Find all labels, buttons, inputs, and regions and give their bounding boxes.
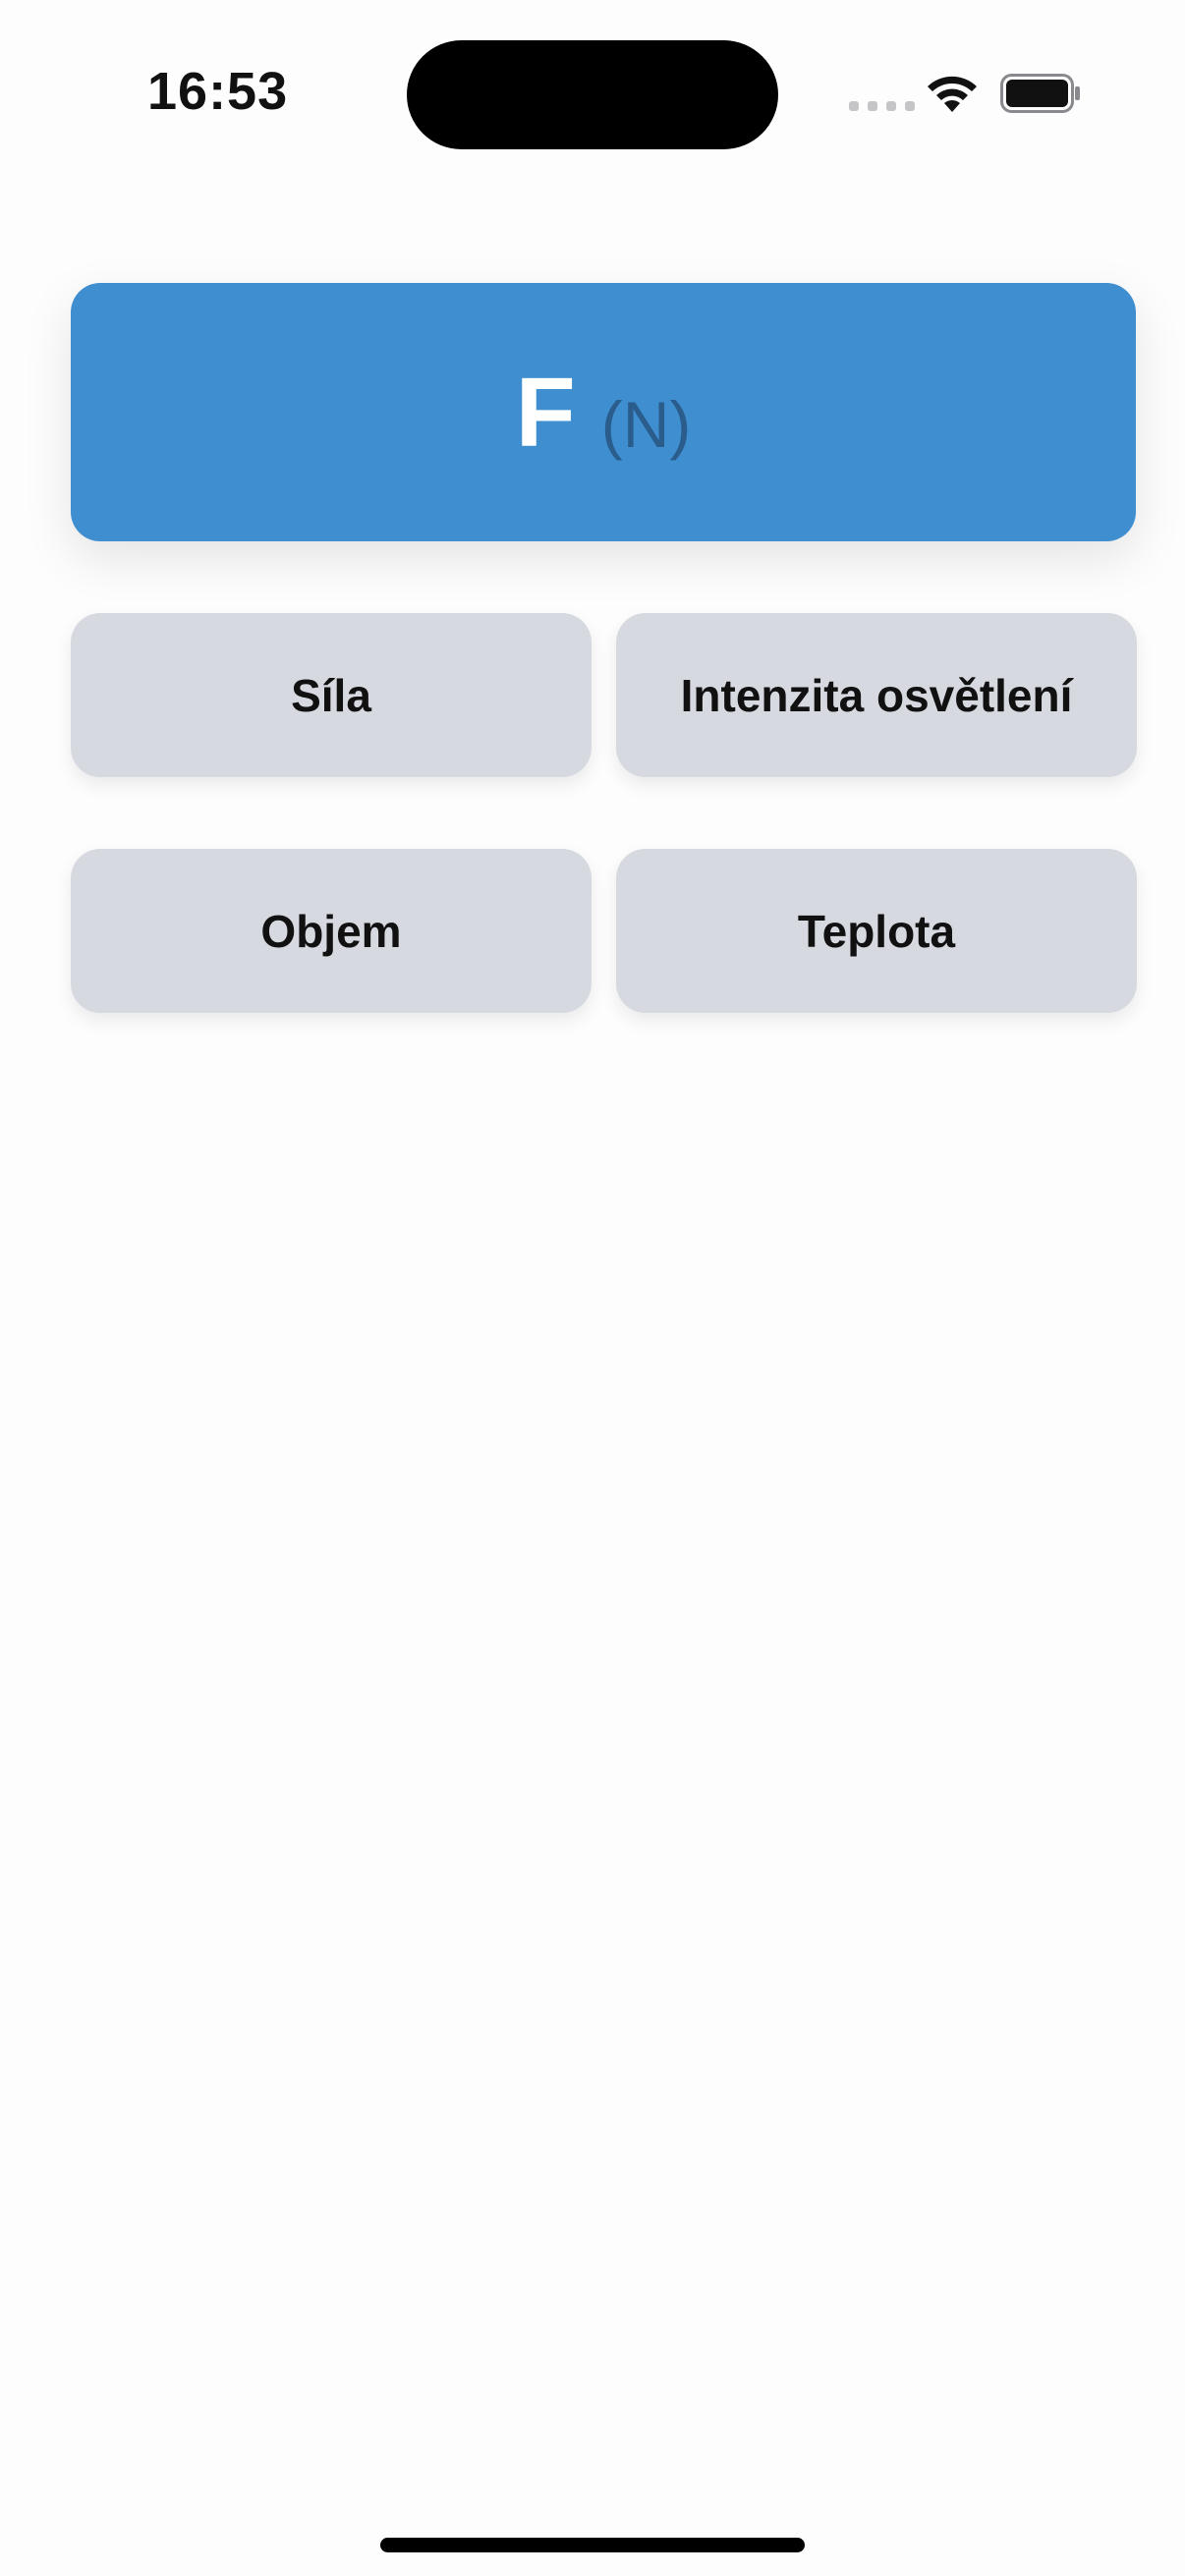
cellular-signal-icon	[849, 101, 915, 111]
home-indicator[interactable]	[380, 2538, 805, 2552]
battery-icon	[1000, 74, 1080, 113]
unit-label: (N)	[600, 387, 692, 461]
dynamic-island	[407, 40, 778, 149]
option-button-teplota[interactable]: Teplota	[616, 849, 1137, 1013]
option-button-objem[interactable]: Objem	[71, 849, 592, 1013]
wifi-icon	[928, 76, 977, 112]
unit-symbol: F	[515, 357, 576, 468]
option-button-sila[interactable]: Síla	[71, 613, 592, 777]
status-time: 16:53	[147, 62, 289, 121]
option-button-intenzita-osvetleni[interactable]: Intenzita osvětlení	[616, 613, 1137, 777]
unit-card: F (N)	[71, 283, 1136, 541]
